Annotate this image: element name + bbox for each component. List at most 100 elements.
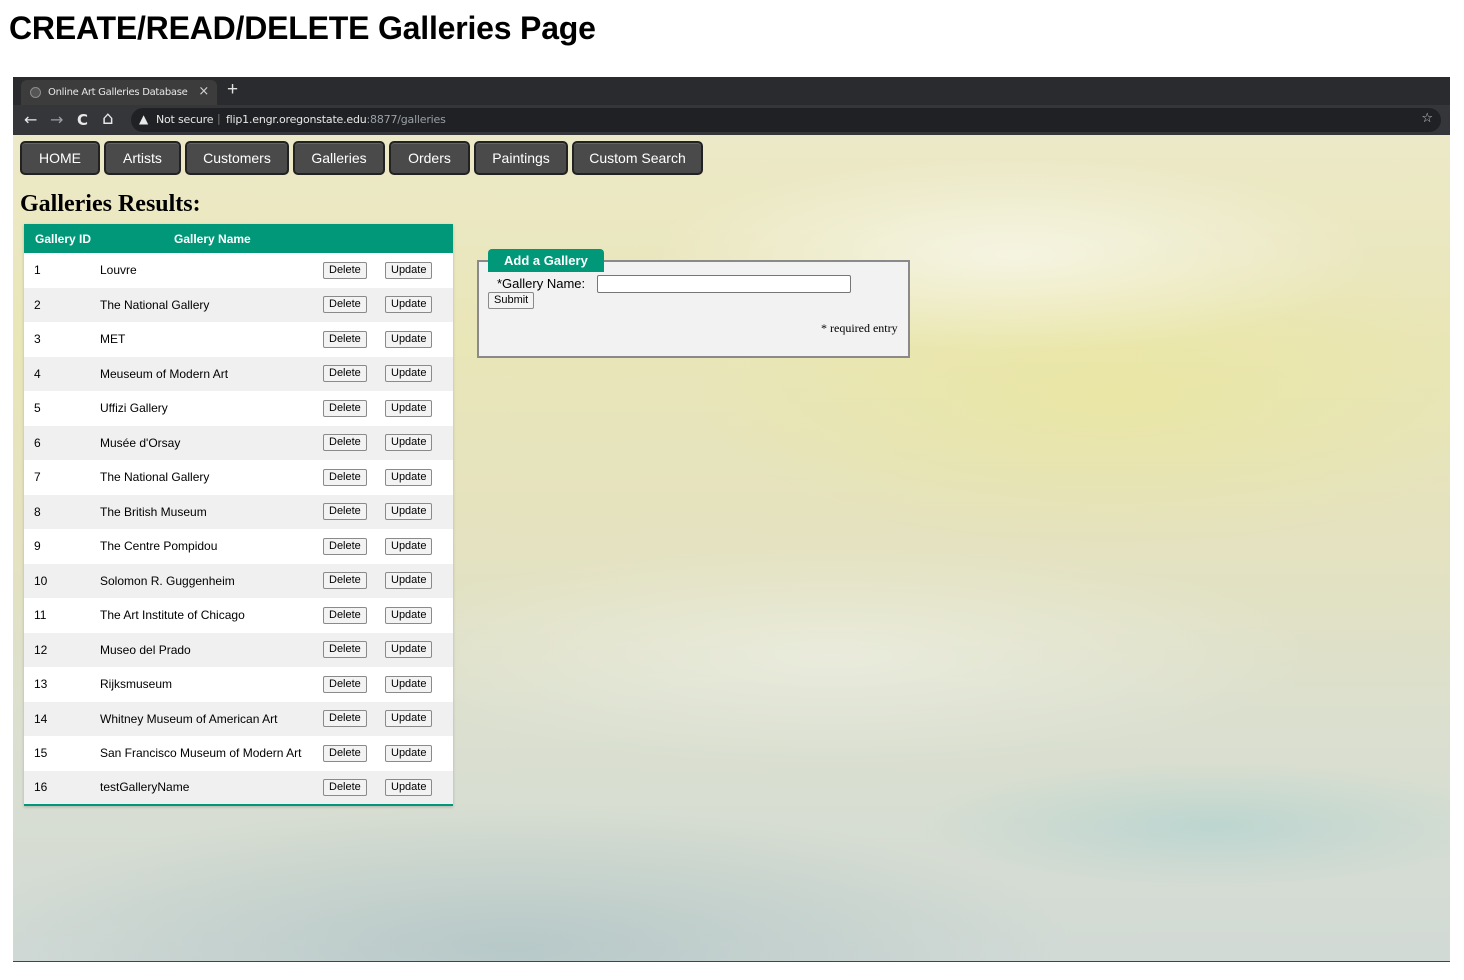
reload-icon[interactable]: C <box>77 111 88 129</box>
table-row: 1 Louvre Delete Update <box>24 253 453 288</box>
delete-button[interactable]: Delete <box>323 468 367 486</box>
new-tab-icon[interactable]: + <box>227 79 238 101</box>
delete-button[interactable]: Delete <box>323 641 367 659</box>
gallery-name-cell: Rijksmuseum <box>100 677 173 692</box>
delete-button[interactable]: Delete <box>323 296 367 314</box>
update-button[interactable]: Update <box>385 710 433 728</box>
browser-tab[interactable]: Online Art Galleries Database × <box>21 80 217 105</box>
nav-paintings-button[interactable]: Paintings <box>474 141 568 175</box>
update-button[interactable]: Update <box>385 399 433 417</box>
gallery-name-cell: Uffizi Gallery <box>100 401 168 416</box>
table-row: 9 The Centre Pompidou Delete Update <box>24 529 453 564</box>
gallery-name-cell: The National Gallery <box>100 297 210 312</box>
results-heading: Galleries Results: <box>20 191 201 217</box>
table-row: 4 Meuseum of Modern Art Delete Update <box>24 356 453 391</box>
nav-orders-button[interactable]: Orders <box>389 141 470 175</box>
home-icon[interactable]: ⌂ <box>102 108 113 129</box>
nav-custom-search-button[interactable]: Custom Search <box>572 141 703 175</box>
delete-button[interactable]: Delete <box>323 710 367 728</box>
update-button[interactable]: Update <box>385 434 433 452</box>
update-button[interactable]: Update <box>385 537 433 555</box>
nav-customers-button[interactable]: Customers <box>185 141 289 175</box>
gallery-name-cell: The British Museum <box>100 504 207 519</box>
gallery-name-cell: MET <box>100 332 126 347</box>
update-button[interactable]: Update <box>385 641 433 659</box>
gallery-name-cell: San Francisco Museum of Modern Art <box>100 746 302 761</box>
update-button[interactable]: Update <box>385 778 433 796</box>
tab-title: Online Art Galleries Database <box>48 87 188 98</box>
update-button[interactable]: Update <box>385 503 433 521</box>
gallery-id-cell: 5 <box>34 401 41 416</box>
page-viewport: HOME Artists Customers Galleries Orders … <box>13 135 1450 961</box>
bookmark-star-icon[interactable]: ☆ <box>1421 111 1433 126</box>
delete-button[interactable]: Delete <box>323 537 367 555</box>
gallery-id-cell: 15 <box>34 746 48 761</box>
back-arrow-icon[interactable]: ← <box>24 110 37 129</box>
gallery-id-cell: 14 <box>34 711 48 726</box>
gallery-id-cell: 6 <box>34 435 41 450</box>
delete-button[interactable]: Delete <box>323 744 367 762</box>
gallery-id-cell: 11 <box>34 608 47 623</box>
gallery-id-cell: 3 <box>34 332 41 347</box>
gallery-name-cell: The Centre Pompidou <box>100 539 218 554</box>
close-tab-icon[interactable]: × <box>198 84 209 99</box>
table-row: 12 Museo del Prado Delete Update <box>24 632 453 667</box>
gallery-name-label: *Gallery Name: <box>497 276 586 291</box>
delete-button[interactable]: Delete <box>323 606 367 624</box>
update-button[interactable]: Update <box>385 606 433 624</box>
gallery-name-cell: Solomon R. Guggenheim <box>100 573 235 588</box>
gallery-name-cell: Meuseum of Modern Art <box>100 366 229 381</box>
gallery-id-cell: 8 <box>34 504 41 519</box>
url-host: flip1.engr.oregonstate.edu <box>226 113 367 126</box>
table-row: 13 Rijksmuseum Delete Update <box>24 667 453 702</box>
gallery-name-cell: Musée d'Orsay <box>100 435 181 450</box>
gallery-id-cell: 7 <box>34 470 41 485</box>
url-text: flip1.engr.oregonstate.edu:8877/gallerie… <box>226 113 446 126</box>
tab-strip: Online Art Galleries Database × + <box>13 77 1450 105</box>
update-button[interactable]: Update <box>385 330 433 348</box>
update-button[interactable]: Update <box>385 365 433 383</box>
nav-home-button[interactable]: HOME <box>20 141 100 175</box>
globe-icon <box>30 87 41 98</box>
submit-button[interactable]: Submit <box>488 292 535 309</box>
gallery-name-cell: The Art Institute of Chicago <box>100 608 245 623</box>
gallery-name-cell: testGalleryName <box>100 780 190 795</box>
gallery-name-input[interactable] <box>597 275 851 293</box>
table-row: 11 The Art Institute of Chicago Delete Upda… <box>24 598 453 633</box>
delete-button[interactable]: Delete <box>323 503 367 521</box>
add-gallery-legend: Add a Gallery <box>488 249 604 272</box>
update-button[interactable]: Update <box>385 261 433 279</box>
url-bar[interactable]: ▲ Not secure | flip1.engr.oregonstate.ed… <box>131 108 1441 132</box>
update-button[interactable]: Update <box>385 572 433 590</box>
gallery-name-cell: Whitney Museum of American Art <box>100 711 278 726</box>
delete-button[interactable]: Delete <box>323 675 367 693</box>
table-row: 3 MET Delete Update <box>24 322 453 357</box>
security-label[interactable]: Not secure <box>156 113 214 126</box>
gallery-name-cell: The National Gallery <box>100 470 210 485</box>
gallery-id-cell: 1 <box>34 263 41 278</box>
gallery-id-cell: 10 <box>34 573 48 588</box>
delete-button[interactable]: Delete <box>323 434 367 452</box>
delete-button[interactable]: Delete <box>323 365 367 383</box>
delete-button[interactable]: Delete <box>323 399 367 417</box>
column-header-id: Gallery ID <box>35 231 92 246</box>
nav-galleries-button[interactable]: Galleries <box>293 141 385 175</box>
gallery-name-cell: Louvre <box>100 263 137 278</box>
update-button[interactable]: Update <box>385 675 433 693</box>
delete-button[interactable]: Delete <box>323 330 367 348</box>
forward-arrow-icon[interactable]: → <box>50 110 63 129</box>
gallery-id-cell: 12 <box>34 642 48 657</box>
gallery-name-cell: Museo del Prado <box>100 642 191 657</box>
table-row: 10 Solomon R. Guggenheim Delete Update <box>24 563 453 598</box>
galleries-table: Gallery ID Gallery Name 1 Louvre Delete Upd… <box>24 224 453 806</box>
update-button[interactable]: Update <box>385 744 433 762</box>
table-row: 16 testGalleryName Delete Update <box>24 770 453 805</box>
omnibox-divider: | <box>217 112 221 125</box>
update-button[interactable]: Update <box>385 296 433 314</box>
update-button[interactable]: Update <box>385 468 433 486</box>
nav-artists-button[interactable]: Artists <box>104 141 181 175</box>
delete-button[interactable]: Delete <box>323 572 367 590</box>
delete-button[interactable]: Delete <box>323 261 367 279</box>
delete-button[interactable]: Delete <box>323 778 367 796</box>
column-header-name: Gallery Name <box>174 231 251 246</box>
